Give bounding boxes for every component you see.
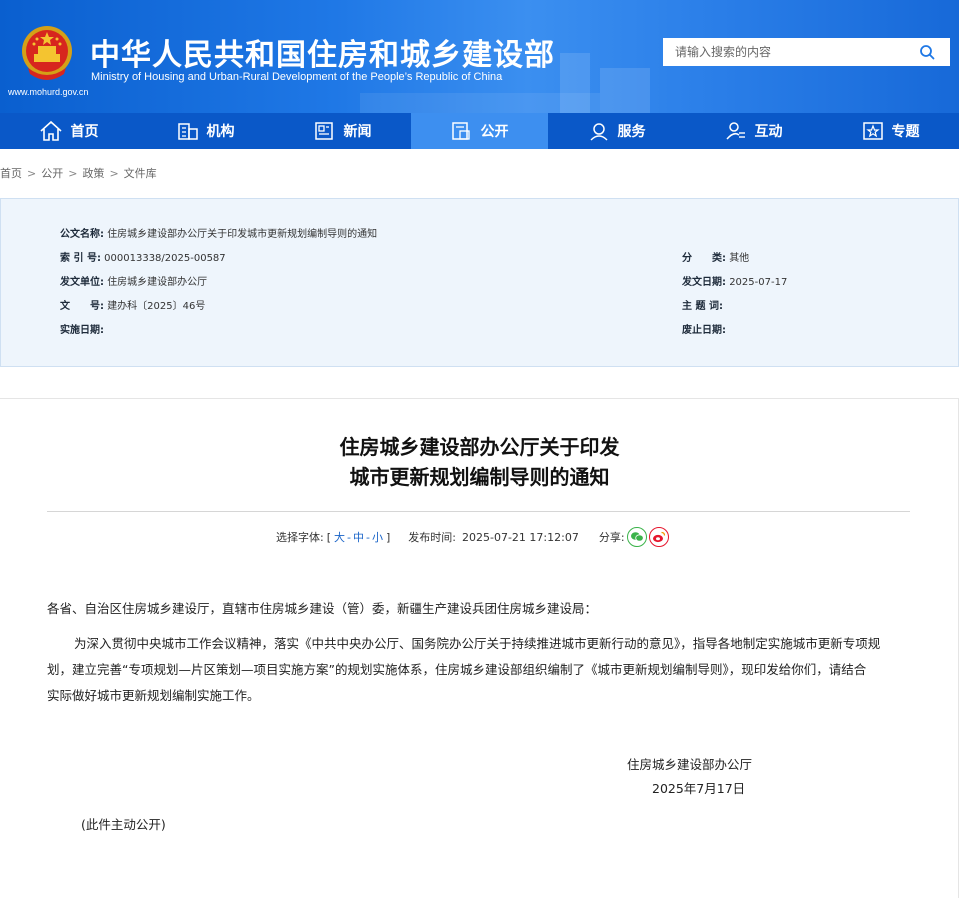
info-label: 主 题 词: [682,301,723,312]
breadcrumb-public[interactable]: 公开 [41,167,63,180]
news-icon [314,122,333,140]
document-info-panel: 公文名称: 住房城乡建设部办公厅关于印发城市更新规划编制导则的通知 索 引 号:… [0,198,959,367]
info-effective-date: 实施日期: [60,321,104,336]
nav-item-label: 专题 [891,124,920,140]
info-label: 文 号: [60,301,104,312]
info-label: 分 类: [682,253,726,264]
info-value: 其他 [729,253,750,264]
search-input[interactable] [663,38,903,66]
site-url: www.mohurd.gov.cn [8,87,89,97]
font-bracket-close: ] [385,530,391,544]
building-icon [177,123,198,140]
search-button[interactable] [904,38,950,66]
nav-item-label: 首页 [70,124,99,140]
info-repeal-date: 废止日期: [682,321,726,336]
body-paragraph-line: 为深入贯彻中央城市工作会议精神，落实《中共中央办公厅、国务院办公厅关于持续推进城… [74,636,881,651]
nav-item-public[interactable]: 公开 [411,113,548,149]
nav-item-home[interactable]: 首页 [0,113,137,149]
nav-item-label: 机构 [206,124,235,140]
info-value: 住房城乡建设部办公厅 [107,277,208,288]
font-bracket-open: [ [326,530,332,544]
breadcrumb: 首页 > 公开 > 政策 > 文件库 [0,165,157,181]
site-header: www.mohurd.gov.cn 中华人民共和国住房和城乡建设部 Minist… [0,0,959,113]
wechat-share-icon[interactable] [626,527,647,547]
nav-item-service[interactable]: 服务 [548,113,685,149]
info-issuer: 发文单位: 住房城乡建设部办公厅 [60,273,207,288]
info-label: 实施日期: [60,325,104,336]
article-meta: 选择字体: [ 大 - 中 - 小 ] 发布时间: 2025-07-21 17:… [276,527,669,547]
site-title[interactable]: 中华人民共和国住房和城乡建设部 [90,30,555,74]
interaction-icon [725,122,745,140]
font-separator: - [347,530,351,544]
breadcrumb-separator: > [27,167,37,180]
weibo-share-icon[interactable] [648,527,669,547]
info-doc-no: 文 号: 建办科〔2025〕46号 [60,297,205,312]
font-large-button[interactable]: 大 [334,529,345,545]
info-label: 发文单位: [60,277,104,288]
article-title-line1: 住房城乡建设部办公厅关于印发 [339,435,620,459]
nav-item-label: 服务 [617,124,646,140]
info-category: 分 类: 其他 [682,249,749,264]
info-label: 发文日期: [682,277,726,288]
share-label: 分享: [598,531,625,544]
info-value: 住房城乡建设部办公厅关于印发城市更新规划编制导则的通知 [107,229,378,240]
info-index: 索 引 号: 000013338/2025-00587 [60,249,226,264]
site-subtitle: Ministry of Housing and Urban-Rural Deve… [91,71,503,83]
public-note: (此件主动公开) [81,817,166,832]
info-doc-name: 公文名称: 住房城乡建设部办公厅关于印发城市更新规划编制导则的通知 [60,225,377,240]
nav-item-label: 公开 [480,124,509,140]
info-label: 废止日期: [682,325,726,336]
breadcrumb-separator: > [109,167,119,180]
signer: 住房城乡建设部办公厅 [627,757,753,772]
info-issue-date: 发文日期: 2025-07-17 [682,273,787,288]
info-label: 索 引 号: [60,253,101,264]
font-size-label: 选择字体: [276,531,324,544]
nav-item-interaction[interactable]: 互动 [685,113,822,149]
home-icon [39,120,62,141]
font-medium-button[interactable]: 中 [353,529,364,545]
user-service-icon [589,123,608,141]
info-value: 000013338/2025-00587 [104,253,226,264]
title-divider [47,511,910,512]
nav-item-label: 互动 [754,124,783,140]
article-title-line2: 城市更新规划编制导则的通知 [349,465,610,489]
info-label: 公文名称: [60,229,104,240]
breadcrumb-policy[interactable]: 政策 [82,167,104,180]
publish-time-label: 发布时间: [408,531,456,544]
info-value: 建办科〔2025〕46号 [107,301,206,312]
info-value: 2025-07-17 [729,277,788,288]
font-separator: - [366,530,370,544]
info-keywords: 主 题 词: [682,297,723,312]
breadcrumb-home[interactable]: 首页 [0,167,22,180]
breadcrumb-library[interactable]: 文件库 [124,167,157,180]
search-icon [920,45,935,60]
star-icon [862,122,883,140]
nav-item-news[interactable]: 新闻 [274,113,411,149]
nav-item-organization[interactable]: 机构 [137,113,274,149]
nav-item-label: 新闻 [343,124,372,140]
background-building [600,68,650,113]
national-emblem-icon [22,26,72,80]
main-nav: 首页 机构 新闻 公开 服务 互动 专题 [0,113,959,149]
font-small-button[interactable]: 小 [372,529,383,545]
body-paragraph-line: 实际做好城市更新规划编制实施工作。 [47,688,260,703]
document-icon [451,122,470,140]
background-building [360,93,600,113]
salutation: 各省、自治区住房城乡建设厅，直辖市住房城乡建设（管）委，新疆生产建设兵团住房城乡… [47,601,598,616]
body-paragraph-line: 划，建立完善“专项规划—片区策划—项目实施方案”的规划实施体系，住房城乡建设部组… [47,662,867,677]
sign-date: 2025年7月17日 [652,781,746,796]
publish-time: 2025-07-21 17:12:07 [462,530,579,544]
nav-item-topics[interactable]: 专题 [822,113,959,149]
search-box [663,38,950,66]
breadcrumb-separator: > [68,167,78,180]
